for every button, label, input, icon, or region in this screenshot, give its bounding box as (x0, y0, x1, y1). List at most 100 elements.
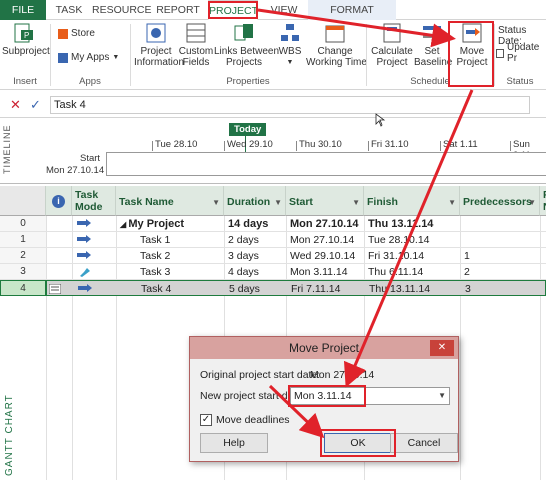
custom-fields-button[interactable]: Custom Fields (178, 22, 214, 68)
task-name-header[interactable]: Task Name ▼ (116, 186, 224, 216)
finish-header[interactable]: Finish ▼ (364, 186, 460, 216)
duration-cell[interactable]: 4 days (224, 264, 286, 280)
close-icon[interactable]: ✕ (430, 340, 454, 356)
predecessors-cell[interactable] (460, 232, 540, 248)
store-button[interactable]: Store (58, 28, 95, 39)
wbs-icon (279, 22, 301, 44)
finish-cell[interactable]: Fri 31.10.14 (364, 248, 460, 264)
duration-cell[interactable]: 2 days (224, 232, 286, 248)
table-row[interactable]: Task 2 3 days Wed 29.10.14 Fri 31.10.14 … (46, 248, 546, 264)
today-marker: Today (229, 123, 267, 136)
timeline-date: Thu 30.10 (299, 139, 342, 150)
calculate-project-button[interactable]: Calculate Project (370, 22, 414, 68)
table-row[interactable]: ◢ My Project 14 days Mon 27.10.14 Thu 13… (46, 216, 546, 232)
calculate-project-label: Calculate Project (371, 46, 413, 68)
entry-field[interactable]: Task 4 (50, 96, 530, 114)
my-apps-label: My Apps (71, 52, 110, 63)
task-name-cell[interactable]: Task 2 (136, 248, 224, 264)
row-number[interactable]: 0 (0, 216, 46, 232)
chevron-down-icon[interactable]: ▼ (448, 197, 456, 209)
tab-file[interactable]: FILE (0, 0, 46, 20)
calculator-icon (381, 22, 403, 44)
row-number[interactable]: 2 (0, 248, 46, 264)
group-label-status: Status (506, 76, 534, 87)
custom-fields-icon (185, 22, 207, 44)
chevron-down-icon[interactable]: ▼ (438, 388, 446, 404)
task-name-cell[interactable]: ◢ My Project (116, 216, 224, 232)
predecessors-cell[interactable]: 2 (460, 264, 540, 280)
tab-view[interactable]: VIEW (262, 0, 306, 20)
change-working-time-button[interactable]: Change Working Time (306, 22, 367, 68)
row-number[interactable]: 1 (0, 232, 46, 248)
finish-cell[interactable]: Tue 28.10.14 (364, 232, 460, 248)
predecessors-header[interactable]: Predecessors ▼ (460, 186, 540, 216)
start-cell[interactable]: Mon 3.11.14 (286, 264, 364, 280)
auto-schedule-icon (78, 284, 92, 294)
duration-cell[interactable]: 3 days (224, 248, 286, 264)
duration-cell[interactable]: 14 days (224, 216, 286, 232)
start-cell[interactable]: Wed 29.10.14 (286, 248, 364, 264)
timeline-tick (224, 141, 225, 151)
cancel-button[interactable]: Cancel (390, 433, 458, 453)
subproject-button[interactable]: P Subproject (2, 22, 50, 57)
custom-fields-label: Custom Fields (178, 46, 214, 68)
tab-report[interactable]: REPORT (150, 0, 206, 20)
finish-cell[interactable]: Thu 6.11.14 (364, 264, 460, 280)
auto-schedule-icon (77, 235, 91, 245)
timeline-bar[interactable] (106, 152, 546, 176)
extra-column-header[interactable]: R N (540, 186, 546, 216)
predecessors-cell[interactable] (460, 216, 540, 232)
wbs-label: WBS (278, 46, 302, 57)
original-start-label: Original project start date: (200, 369, 321, 381)
group-label-properties: Properties (226, 76, 270, 87)
timeline-date: Sat 1.11 (443, 139, 478, 150)
links-between-projects-button[interactable]: Links Between Projects (214, 22, 279, 68)
help-button[interactable]: Help (200, 433, 268, 453)
move-project-highlight (448, 21, 494, 87)
info-column-header[interactable]: i (46, 186, 72, 216)
original-start-value: Mon 27.10.14 (310, 369, 375, 381)
enter-entry-icon[interactable]: ✓ (30, 97, 41, 113)
task-name-cell[interactable]: Task 3 (136, 264, 224, 280)
finish-cell[interactable]: Thu 13.11.14 (365, 281, 461, 297)
wbs-button[interactable]: WBS ▼ (274, 22, 306, 68)
set-baseline-button[interactable]: Set Baseline (414, 22, 452, 68)
update-project-button[interactable]: Update Pr (496, 42, 546, 64)
row-number[interactable]: 3 (0, 264, 46, 280)
chevron-down-icon[interactable]: ▼ (274, 197, 282, 209)
tab-format[interactable]: FORMAT (308, 0, 396, 20)
row-number[interactable]: 4 (0, 280, 46, 296)
finish-cell[interactable]: Thu 13.11.14 (364, 216, 460, 232)
timeline-tick (152, 141, 153, 151)
project-information-button[interactable]: Project Information (134, 22, 184, 68)
start-cell[interactable]: Fri 7.11.14 (287, 281, 365, 297)
my-apps-button[interactable]: My Apps ▼ (58, 52, 119, 63)
duration-header[interactable]: Duration ▼ (224, 186, 286, 216)
table-row-selected[interactable]: Task 4 5 days Fri 7.11.14 Thu 13.11.14 3 (46, 280, 546, 296)
timeline-date: Wed 29.10 (227, 139, 273, 150)
timeline-tick (510, 141, 511, 151)
tab-resource[interactable]: RESOURCE (92, 0, 152, 20)
chevron-down-icon: ▼ (112, 54, 120, 61)
chevron-down-icon[interactable]: ▼ (212, 197, 220, 209)
move-deadlines-checkbox[interactable]: ✓ (200, 414, 212, 426)
start-cell[interactable]: Mon 27.10.14 (286, 216, 364, 232)
cancel-entry-icon[interactable]: ✕ (10, 97, 21, 113)
task-name-cell[interactable]: Task 1 (136, 232, 224, 248)
start-header[interactable]: Start ▼ (286, 186, 364, 216)
duration-cell[interactable]: 5 days (225, 281, 287, 297)
start-cell[interactable]: Mon 27.10.14 (286, 232, 364, 248)
predecessors-header-label: Predecessors (463, 196, 532, 208)
task-name-cell[interactable]: Task 4 (137, 281, 225, 297)
select-all-corner[interactable] (0, 186, 46, 216)
chevron-down-icon[interactable]: ▼ (352, 197, 360, 209)
table-row[interactable]: Task 1 2 days Mon 27.10.14 Tue 28.10.14 (46, 232, 546, 248)
table-row[interactable]: Task 3 4 days Mon 3.11.14 Thu 6.11.14 2 (46, 264, 546, 280)
task-mode-header[interactable]: Task Mode (72, 186, 116, 216)
chevron-down-icon[interactable]: ▼ (528, 197, 536, 209)
predecessors-cell[interactable]: 1 (460, 248, 540, 264)
group-label-insert: Insert (13, 76, 37, 87)
move-deadlines-label: Move deadlines (216, 414, 290, 426)
tab-task[interactable]: TASK (46, 0, 92, 20)
predecessors-cell[interactable]: 3 (461, 281, 541, 297)
